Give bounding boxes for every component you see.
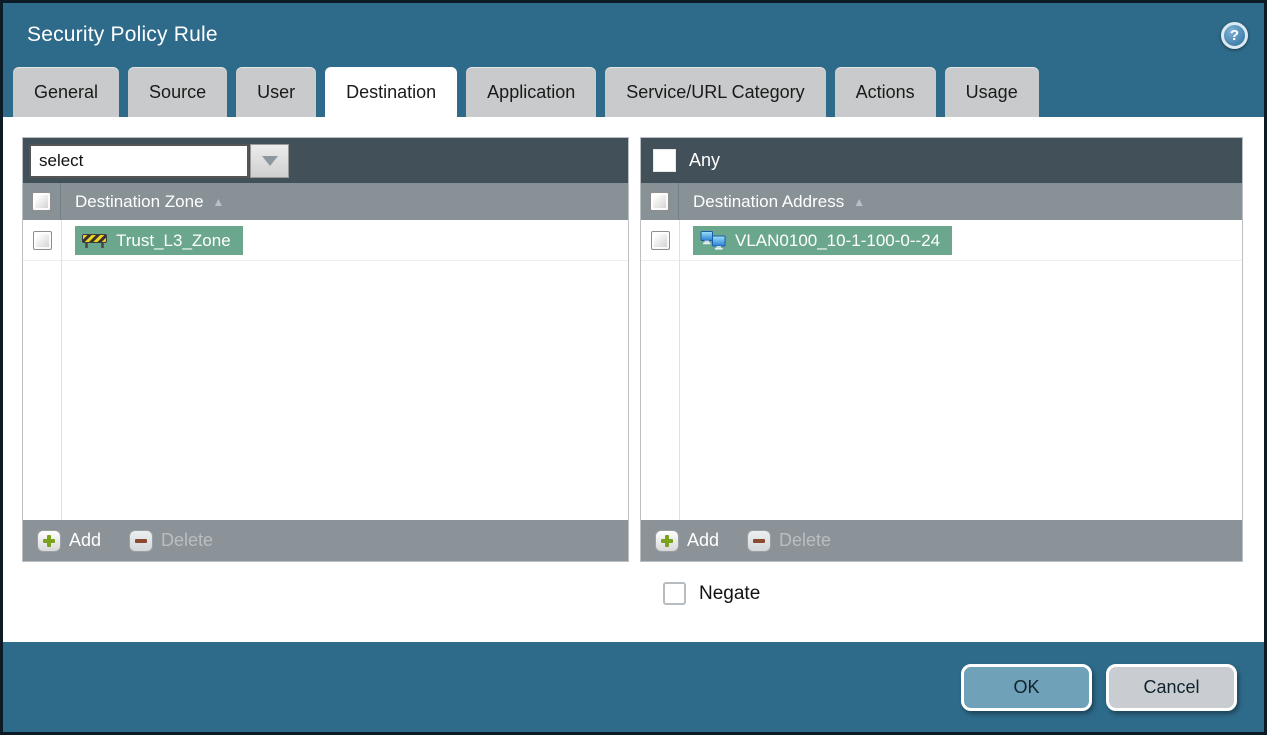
table-row[interactable]: Trust_L3_Zone: [23, 220, 628, 261]
table-row[interactable]: VLAN0100_10-1-100-0--24: [641, 220, 1242, 261]
sort-asc-icon[interactable]: ▲: [213, 195, 225, 209]
negate-label: Negate: [699, 582, 761, 604]
zone-chip[interactable]: Trust_L3_Zone: [75, 225, 243, 255]
zone-row-checkbox[interactable]: [32, 230, 52, 250]
address-select-all-checkbox[interactable]: [650, 192, 669, 211]
any-checkbox[interactable]: [653, 149, 676, 172]
zone-panel-toolbar: [23, 138, 628, 183]
tab-source[interactable]: Source: [128, 67, 228, 117]
ok-button[interactable]: OK: [961, 663, 1092, 711]
address-panel-toolbar: Any: [641, 138, 1242, 183]
cancel-button[interactable]: Cancel: [1106, 663, 1237, 711]
address-panel-footer: Add Delete: [641, 520, 1242, 561]
zone-name: Trust_L3_Zone: [116, 230, 231, 250]
dialog-footer: OK Cancel: [3, 642, 1264, 732]
any-label: Any: [689, 150, 721, 170]
zone-barrier-icon: [82, 233, 107, 248]
add-address-button[interactable]: Add: [655, 529, 720, 552]
address-row-checkbox[interactable]: [650, 230, 670, 250]
tab-content-destination: Destination Zone ▲: [3, 117, 1264, 642]
delete-zone-button[interactable]: Delete: [129, 529, 214, 552]
chevron-down-icon: [261, 155, 278, 166]
delete-minus-icon: [747, 529, 772, 552]
tab-user[interactable]: User: [236, 67, 317, 117]
negate-checkbox[interactable]: [663, 582, 686, 605]
tab-destination[interactable]: Destination: [325, 67, 458, 117]
zone-column-header[interactable]: Destination Zone: [75, 192, 204, 212]
add-zone-button[interactable]: Add: [37, 529, 102, 552]
negate-row: Negate: [663, 582, 1264, 605]
zone-filter-input[interactable]: [29, 143, 249, 178]
zone-filter-dropdown-button[interactable]: [250, 143, 289, 178]
column-divider: [61, 220, 62, 520]
address-column-header[interactable]: Destination Address: [693, 192, 844, 212]
delete-label: Delete: [779, 530, 832, 550]
add-plus-icon: [655, 529, 679, 552]
dialog-title: Security Policy Rule: [27, 23, 218, 46]
delete-label: Delete: [161, 530, 214, 550]
dialog-titlebar: Security Policy Rule ?: [3, 3, 1264, 67]
delete-address-button[interactable]: Delete: [747, 529, 832, 552]
security-policy-rule-dialog: Security Policy Rule ? General Source Us…: [0, 0, 1267, 735]
zone-filter-combo: [29, 143, 289, 178]
help-icon[interactable]: ?: [1221, 21, 1248, 49]
tab-service-url-category[interactable]: Service/URL Category: [605, 67, 826, 117]
tab-application[interactable]: Application: [466, 67, 597, 117]
add-label: Add: [69, 530, 102, 550]
delete-minus-icon: [129, 529, 154, 552]
destination-address-panel: Any Destination Address ▲ VLAN0100_10-1-…: [640, 137, 1243, 562]
address-name: VLAN0100_10-1-100-0--24: [735, 230, 941, 250]
tab-usage[interactable]: Usage: [944, 67, 1039, 117]
tab-bar: General Source User Destination Applicat…: [3, 67, 1264, 117]
sort-asc-icon[interactable]: ▲: [853, 195, 865, 209]
address-chip[interactable]: VLAN0100_10-1-100-0--24: [693, 225, 953, 255]
address-table-header: Destination Address ▲: [641, 183, 1242, 220]
add-plus-icon: [37, 529, 61, 552]
zone-select-all-checkbox[interactable]: [32, 192, 51, 211]
tab-actions[interactable]: Actions: [834, 67, 936, 117]
column-divider: [679, 220, 680, 520]
tab-general[interactable]: General: [13, 67, 120, 117]
add-label: Add: [687, 530, 720, 550]
zone-table-header: Destination Zone ▲: [23, 183, 628, 220]
address-list-body: VLAN0100_10-1-100-0--24: [641, 220, 1242, 520]
zone-list-body: Trust_L3_Zone: [23, 220, 628, 520]
zone-panel-footer: Add Delete: [23, 520, 628, 561]
destination-zone-panel: Destination Zone ▲: [22, 137, 629, 562]
network-computers-icon: [700, 231, 726, 250]
